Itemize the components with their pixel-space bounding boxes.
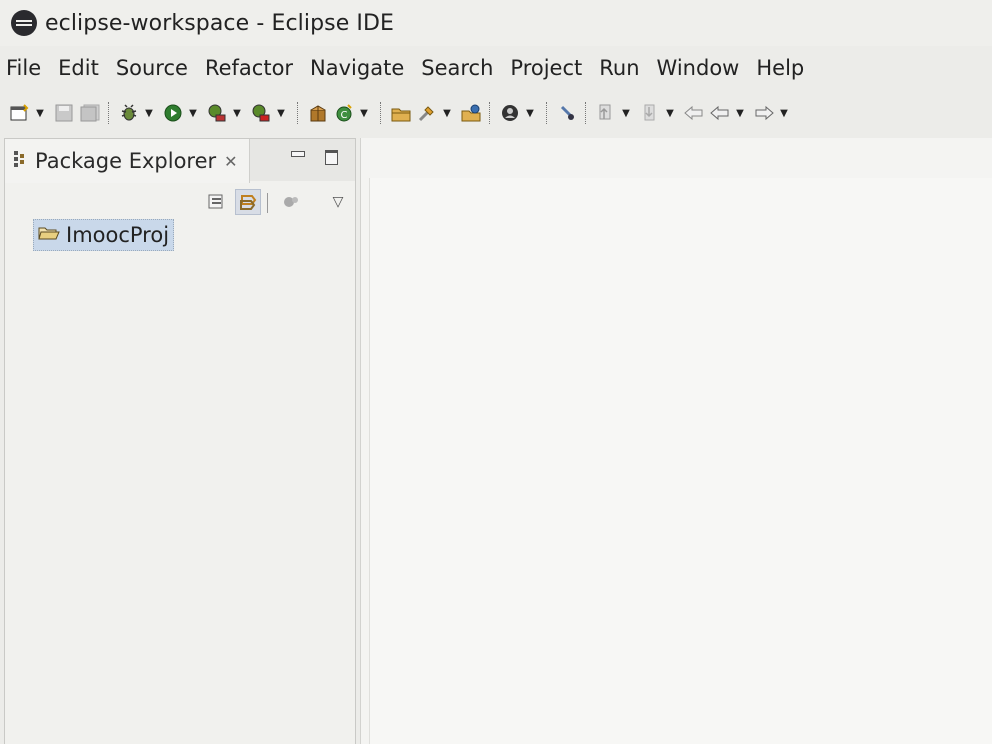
open-type-icon[interactable] <box>389 101 413 125</box>
debug-icon[interactable] <box>117 101 141 125</box>
forward-icon[interactable] <box>752 101 776 125</box>
eclipse-window: eclipse-workspace - Eclipse IDE File Edi… <box>0 0 992 744</box>
main-toolbar: ▼ ▼ ▼ ▼ ▼ C ▼ ▼ ▼ ▼ ▼ ▼ ▼ <box>0 94 992 132</box>
view-toolbar: ▽ <box>5 185 355 217</box>
toolbar-separator <box>380 102 383 124</box>
toolbar-separator <box>297 102 300 124</box>
menu-edit[interactable]: Edit <box>50 56 107 80</box>
package-explorer-icon <box>13 150 27 172</box>
back-dropdown[interactable]: ▼ <box>734 101 746 125</box>
save-all-icon[interactable] <box>78 101 102 125</box>
next-edit-dropdown[interactable]: ▼ <box>664 101 676 125</box>
toolbar-separator <box>546 102 549 124</box>
coverage-dropdown[interactable]: ▼ <box>231 101 243 125</box>
last-edit-icon[interactable] <box>682 101 706 125</box>
view-menu-icon[interactable]: ▽ <box>325 189 351 215</box>
close-icon[interactable]: ✕ <box>224 152 237 171</box>
new-class-icon[interactable]: C <box>332 101 356 125</box>
search-dropdown[interactable]: ▼ <box>441 101 453 125</box>
tab-package-explorer[interactable]: Package Explorer ✕ <box>5 139 250 183</box>
link-with-editor-icon[interactable] <box>235 189 261 215</box>
title-bar: eclipse-workspace - Eclipse IDE <box>0 0 992 46</box>
window-title: eclipse-workspace - Eclipse IDE <box>45 10 395 36</box>
menu-project[interactable]: Project <box>502 56 590 80</box>
new-package-icon[interactable] <box>306 101 330 125</box>
open-task-icon[interactable] <box>459 101 483 125</box>
run-icon[interactable] <box>161 101 185 125</box>
project-name: ImoocProj <box>66 223 170 247</box>
menu-help[interactable]: Help <box>748 56 812 80</box>
menu-search[interactable]: Search <box>413 56 501 80</box>
menu-navigate[interactable]: Navigate <box>302 56 412 80</box>
menu-bar: File Edit Source Refactor Navigate Searc… <box>0 50 992 86</box>
toolbar-separator <box>489 102 492 124</box>
new-icon[interactable] <box>8 101 32 125</box>
menu-source[interactable]: Source <box>108 56 196 80</box>
annotation-icon[interactable] <box>498 101 522 125</box>
menu-window[interactable]: Window <box>649 56 748 80</box>
filter-icon[interactable] <box>279 189 305 215</box>
svg-text:C: C <box>341 110 348 121</box>
package-explorer-view: Package Explorer ✕ ▽ ImoocProj <box>4 138 356 744</box>
previous-annotation-dropdown[interactable]: ▼ <box>620 101 632 125</box>
next-edit-icon[interactable] <box>638 101 662 125</box>
toolbar-separator <box>108 102 111 124</box>
new-dropdown[interactable]: ▼ <box>34 101 46 125</box>
next-annotation-icon[interactable] <box>555 101 579 125</box>
menu-refactor[interactable]: Refactor <box>197 56 301 80</box>
forward-dropdown[interactable]: ▼ <box>778 101 790 125</box>
package-explorer-title: Package Explorer <box>35 149 217 173</box>
collapse-all-icon[interactable] <box>203 189 229 215</box>
search-icon[interactable] <box>415 101 439 125</box>
project-tree: ImoocProj <box>33 219 175 251</box>
maximize-view-button[interactable] <box>323 149 339 165</box>
minimize-view-button[interactable] <box>289 149 305 165</box>
back-icon[interactable] <box>708 101 732 125</box>
editor-canvas[interactable] <box>369 178 992 744</box>
external-tools-icon[interactable] <box>249 101 273 125</box>
new-class-dropdown[interactable]: ▼ <box>358 101 370 125</box>
annotation-dropdown[interactable]: ▼ <box>524 101 536 125</box>
view-toolbar-separator <box>267 193 268 213</box>
external-tools-dropdown[interactable]: ▼ <box>275 101 287 125</box>
menu-run[interactable]: Run <box>591 56 647 80</box>
run-dropdown[interactable]: ▼ <box>187 101 199 125</box>
menu-file[interactable]: File <box>0 56 49 80</box>
run-last-icon[interactable] <box>205 101 229 125</box>
previous-annotation-icon[interactable] <box>594 101 618 125</box>
editor-area[interactable] <box>360 138 992 744</box>
debug-dropdown[interactable]: ▼ <box>143 101 155 125</box>
save-icon[interactable] <box>52 101 76 125</box>
open-folder-icon <box>38 225 60 245</box>
toolbar-separator <box>585 102 588 124</box>
eclipse-icon <box>11 10 37 36</box>
tree-item-project[interactable]: ImoocProj <box>33 219 175 251</box>
